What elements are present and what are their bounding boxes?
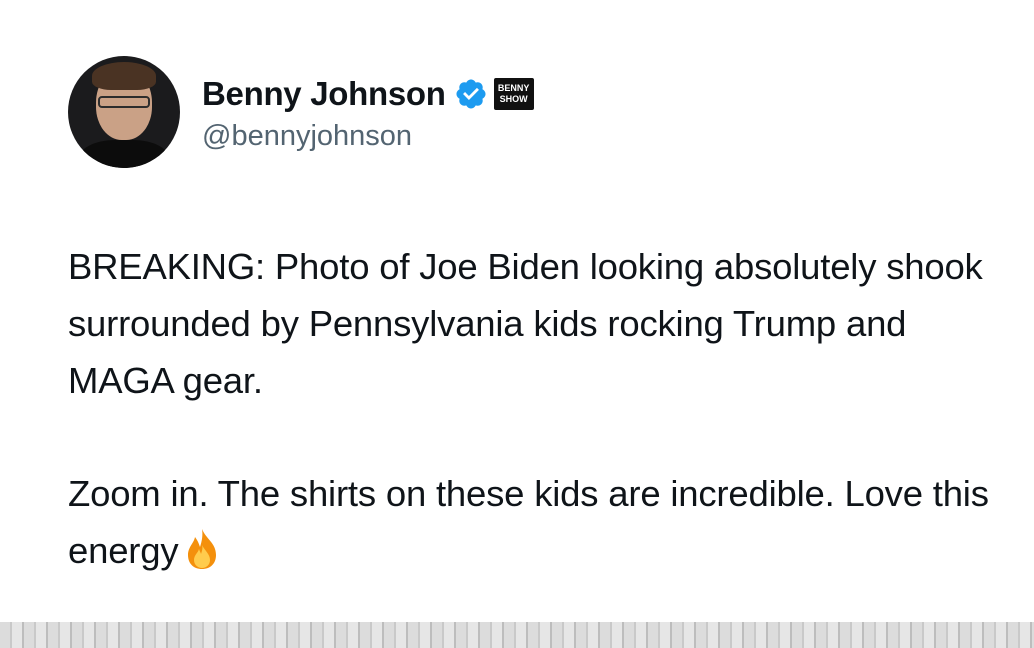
author-names: Benny Johnson BENNY SHOW @bennyjohnson — [202, 72, 534, 153]
attached-photo-preview[interactable] — [0, 622, 1034, 648]
avatar-shirt — [78, 140, 170, 168]
affiliate-badge-line: SHOW — [499, 93, 528, 104]
verified-badge-icon — [456, 78, 486, 109]
avatar-glasses — [98, 96, 150, 108]
display-name-row: Benny Johnson BENNY SHOW — [202, 72, 534, 116]
tweet-card: Benny Johnson BENNY SHOW @bennyjohnson B… — [0, 0, 1034, 648]
tweet-paragraph-2: Zoom in. The shirts on these kids are in… — [68, 465, 1008, 579]
tweet-text: BREAKING: Photo of Joe Biden looking abs… — [68, 238, 1008, 579]
author-avatar[interactable] — [68, 56, 180, 168]
fire-emoji-icon — [188, 529, 217, 569]
author-handle[interactable]: @bennyjohnson — [202, 120, 534, 153]
tweet-header: Benny Johnson BENNY SHOW @bennyjohnson — [68, 56, 534, 168]
avatar-hair — [92, 62, 156, 90]
affiliate-badge-line: BENNY — [497, 82, 530, 93]
affiliate-badge[interactable]: BENNY SHOW — [493, 77, 534, 110]
tweet-paragraph: BREAKING: Photo of Joe Biden looking abs… — [68, 246, 993, 401]
author-display-name[interactable]: Benny Johnson — [202, 75, 446, 113]
